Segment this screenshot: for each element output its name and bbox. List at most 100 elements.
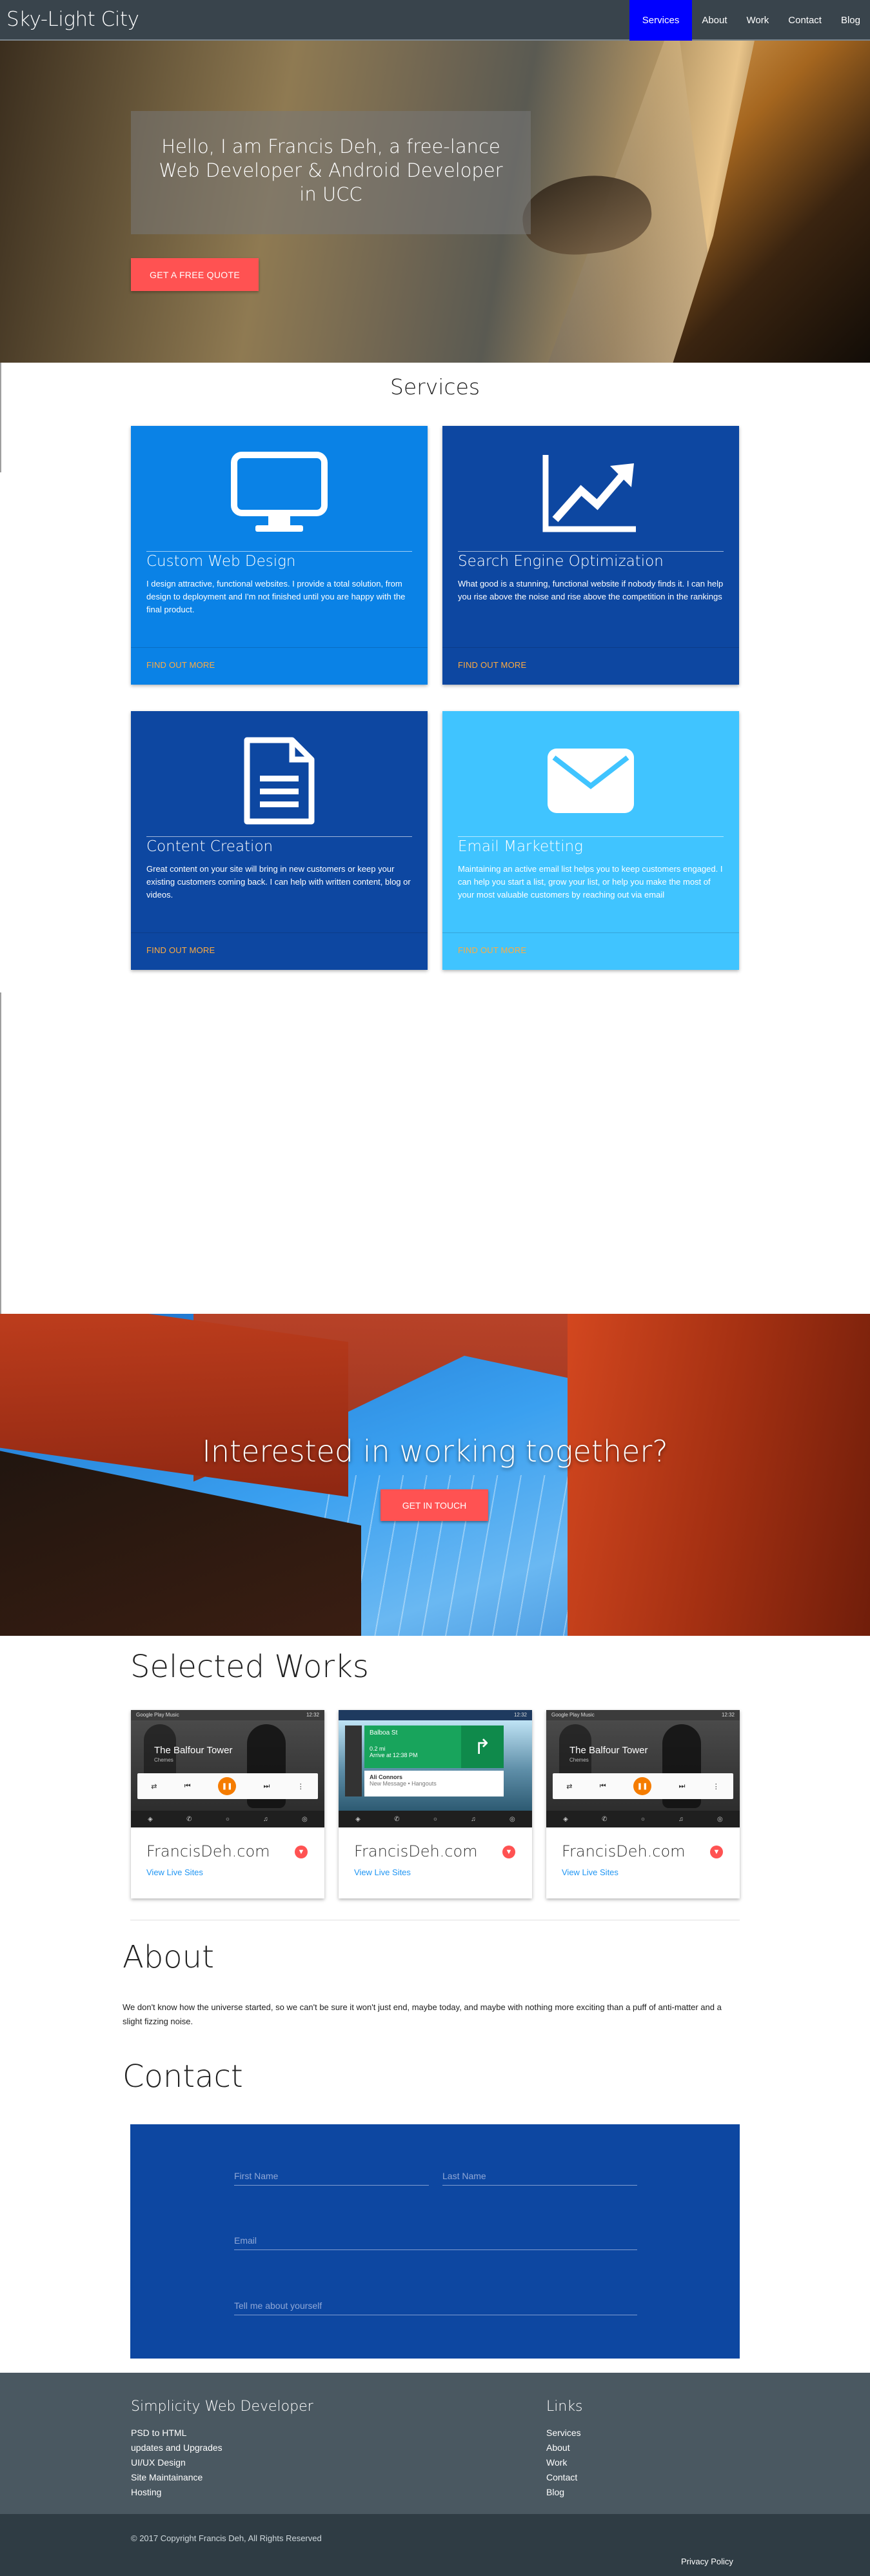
footer-link-blog[interactable]: Blog [546, 2485, 581, 2500]
previous-icon: ⏮ [184, 1782, 191, 1790]
phone-icon: ✆ [394, 1815, 400, 1823]
phone-nav-bar: ◈ ✆ ○ ♫ ◎ [131, 1811, 324, 1827]
notification-card: Ali Connors New Message • Hangouts [364, 1771, 504, 1796]
work-title: FrancisDeh.com [146, 1842, 270, 1860]
assistant-icon: ◎ [717, 1815, 723, 1823]
chevron-down-icon[interactable]: ▼ [295, 1846, 308, 1858]
about-text: We don't know how the universe started, … [123, 2002, 722, 2026]
footer-link-about[interactable]: About [546, 2440, 581, 2455]
chart-icon [442, 452, 739, 539]
nav-link-contact[interactable]: Contact [778, 0, 831, 41]
nav-link-blog[interactable]: Blog [831, 0, 870, 41]
top-navbar: Sky-Light City Services About Work Conta… [0, 0, 870, 41]
view-live-sites-link[interactable]: View Live Sites [354, 1867, 411, 1877]
last-name-input[interactable] [442, 2160, 637, 2185]
card-text: Great content on your site will bring in… [146, 864, 411, 900]
bridge-tower-image [568, 1314, 870, 1636]
work-screenshot[interactable]: Google Play Music 12:32 The Balfour Tower… [546, 1710, 740, 1827]
email-input[interactable] [234, 2224, 637, 2249]
copyright-text: © 2017 Copyright Francis Deh, All Rights… [131, 2533, 322, 2543]
nav-link-work[interactable]: Work [737, 0, 779, 41]
document-icon [131, 737, 428, 825]
card-text: Maintaining an active email list helps y… [458, 864, 723, 900]
phone-status-bar: Google Play Music 12:32 [546, 1710, 740, 1720]
contact-form [130, 2124, 740, 2359]
pause-icon: ❚❚ [218, 1777, 237, 1795]
more-icon: ⋮ [712, 1782, 720, 1791]
nav-link-services[interactable]: Services [629, 0, 693, 41]
hero-title: Hello, I am Francis Deh, a free-lance We… [159, 136, 503, 205]
nav-links: Services About Work Contact Blog [629, 0, 870, 41]
footer-link-work[interactable]: Work [546, 2455, 581, 2470]
footer-title-links: Links [546, 2399, 583, 2415]
headphones-icon: ♫ [471, 1815, 476, 1823]
left-divider [0, 992, 1, 1315]
hero-text-box: Hello, I am Francis Deh, a free-lance We… [131, 111, 531, 234]
footer-services-list: PSD to HTML updates and Upgrades UI/UX D… [131, 2426, 222, 2500]
song-artist: Chemes [569, 1757, 589, 1763]
chevron-down-icon[interactable]: ▼ [502, 1846, 515, 1858]
navigation-icon: ◈ [355, 1815, 361, 1823]
card-footer-divider [131, 647, 428, 648]
footer-title-services: Simplicity Web Developer [131, 2399, 313, 2415]
cta-title: Interested in working together? [202, 1434, 668, 1469]
home-icon: ○ [225, 1815, 230, 1823]
card-divider [458, 836, 724, 837]
footer-service-item: Hosting [131, 2487, 162, 2497]
footer-link-services[interactable]: Services [546, 2426, 581, 2440]
assistant-icon: ◎ [509, 1815, 515, 1823]
phone-nav-bar: ◈ ✆ ○ ♫ ◎ [546, 1811, 740, 1827]
get-in-touch-button[interactable]: GET IN TOUCH [381, 1489, 488, 1521]
work-screenshot[interactable]: 12:32 Balboa St 0.2 mi Arrive at 12:38 P… [339, 1710, 532, 1827]
notification-text: New Message • Hangouts [370, 1780, 437, 1787]
card-footer-divider [131, 932, 428, 933]
music-player: ⇄ ⏮ ❚❚ ⏭ ⋮ [137, 1773, 318, 1799]
card-footer-divider [442, 647, 739, 648]
work-title: FrancisDeh.com [354, 1842, 478, 1860]
find-out-more-link[interactable]: FIND OUT MORE [146, 945, 215, 955]
brand-logo[interactable]: Sky-Light City [6, 8, 139, 31]
contact-title: Contact [123, 2058, 243, 2095]
message-field [234, 2289, 637, 2315]
headphones-icon: ♫ [263, 1815, 268, 1823]
last-name-field [442, 2160, 637, 2186]
footer-bottom-bar: © 2017 Copyright Francis Deh, All Rights… [0, 2514, 870, 2576]
previous-icon: ⏮ [599, 1782, 606, 1790]
status-time: 12:32 [306, 1712, 319, 1718]
song-title: The Balfour Tower [154, 1745, 233, 1756]
status-time: 12:32 [513, 1712, 527, 1718]
monitor-icon [131, 452, 428, 539]
phone-status-bar: 12:32 [339, 1710, 532, 1720]
nav-link-about[interactable]: About [692, 0, 737, 41]
cta-banner: Interested in working together? GET IN T… [0, 1314, 870, 1636]
status-app: Google Play Music [136, 1712, 179, 1718]
message-input[interactable] [234, 2289, 637, 2315]
card-title: Search Engine Optimization [458, 553, 664, 570]
view-live-sites-link[interactable]: View Live Sites [562, 1867, 618, 1877]
footer-link-contact[interactable]: Contact [546, 2470, 581, 2485]
footer: Simplicity Web Developer PSD to HTML upd… [0, 2373, 870, 2514]
song-artist: Chemes [154, 1757, 173, 1763]
navigation-icon: ◈ [148, 1815, 153, 1823]
home-icon: ○ [640, 1815, 645, 1823]
free-quote-button[interactable]: GET A FREE QUOTE [131, 258, 259, 291]
first-name-input[interactable] [234, 2160, 429, 2185]
card-text: What good is a stunning, functional webs… [458, 579, 724, 601]
find-out-more-link[interactable]: FIND OUT MORE [146, 660, 215, 670]
card-text: I design attractive, functional websites… [146, 579, 406, 614]
view-live-sites-link[interactable]: View Live Sites [146, 1867, 203, 1877]
phone-status-bar: Google Play Music 12:32 [131, 1710, 324, 1720]
privacy-policy-link[interactable]: Privacy Policy [681, 2557, 733, 2566]
envelope-icon [442, 737, 739, 825]
find-out-more-link[interactable]: FIND OUT MORE [458, 660, 526, 670]
chevron-down-icon[interactable]: ▼ [710, 1846, 723, 1858]
work-card: 12:32 Balboa St 0.2 mi Arrive at 12:38 P… [339, 1710, 532, 1898]
phone-nav-bar: ◈ ✆ ○ ♫ ◎ [339, 1811, 532, 1827]
work-screenshot[interactable]: Google Play Music 12:32 The Balfour Tower… [131, 1710, 324, 1827]
email-field [234, 2224, 637, 2250]
footer-links-list: Services About Work Contact Blog [546, 2426, 581, 2500]
next-icon: ⏭ [678, 1782, 686, 1790]
find-out-more-link[interactable]: FIND OUT MORE [458, 945, 526, 955]
services-title: Services [390, 374, 480, 399]
service-card-email-marketing: Email Marketting Maintaining an active e… [442, 711, 739, 970]
